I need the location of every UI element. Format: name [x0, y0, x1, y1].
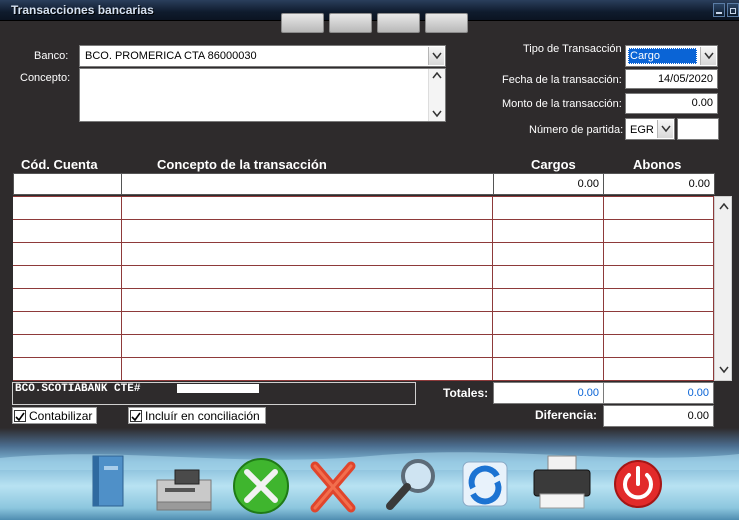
restore-button[interactable] [727, 3, 739, 17]
monto-label: Monto de la transacción: [502, 98, 622, 110]
contabilizar-checkbox[interactable]: Contabilizar [12, 407, 97, 424]
header-concepto: Concepto de la transacción [157, 157, 327, 172]
total-cargos-field: 0.00 [493, 382, 604, 404]
grid-line [603, 196, 604, 381]
tipo-dropdown-button[interactable] [700, 47, 716, 65]
diferencia-field: 0.00 [603, 405, 714, 427]
scroll-up-icon[interactable] [432, 72, 442, 80]
window-title: Transacciones bancarias [11, 3, 154, 17]
minimize-icon [716, 12, 722, 14]
chevron-down-icon [432, 52, 442, 60]
tab-button-3[interactable] [377, 13, 420, 33]
minimize-button[interactable] [713, 3, 725, 17]
tools-icon[interactable] [231, 456, 291, 516]
restore-icon [730, 8, 736, 14]
chevron-down-icon [661, 125, 671, 133]
conciliacion-checkbox[interactable]: Incluír en conciliación [128, 407, 266, 424]
diferencia-label: Diferencia: [535, 408, 598, 422]
fecha-value: 14/05/2020 [657, 73, 713, 85]
power-icon[interactable] [612, 458, 664, 510]
check-icon [15, 412, 25, 422]
checkbox-box[interactable] [130, 410, 142, 422]
header-cod-cuenta: Cód. Cuenta [21, 157, 98, 172]
total-abonos-value: 0.00 [687, 387, 709, 399]
grid-line [492, 196, 493, 381]
tipo-select[interactable]: Cargo [625, 45, 718, 67]
grid-line [13, 242, 714, 243]
tape-drive-icon[interactable] [155, 466, 215, 512]
grid-line [121, 196, 122, 381]
grid-line [13, 357, 714, 358]
entry-abonos-value: 0.00 [688, 178, 710, 190]
grid-line [13, 334, 714, 335]
concepto-scrollbar[interactable] [428, 69, 445, 121]
transactions-grid[interactable] [13, 196, 714, 381]
tab-button-4[interactable] [425, 13, 468, 33]
conciliacion-label: Incluír en conciliación [145, 409, 260, 423]
magnifier-icon[interactable] [384, 456, 440, 514]
partida-type-select[interactable]: EGR [625, 118, 675, 140]
chevron-down-icon [704, 52, 714, 60]
diferencia-value: 0.00 [687, 410, 709, 422]
checkbox-box[interactable] [14, 410, 26, 422]
scroll-down-icon[interactable] [432, 110, 442, 118]
fecha-label: Fecha de la transacción: [502, 74, 622, 86]
total-abonos-field: 0.00 [603, 382, 714, 404]
grid-scrollbar[interactable] [714, 196, 732, 381]
bottom-toolbar [0, 428, 739, 520]
tab-button-2[interactable] [329, 13, 372, 33]
grid-line [13, 311, 714, 312]
bank-info-text: BCO.SCOTIABANK CTE# [15, 383, 141, 395]
printer-icon[interactable] [530, 454, 594, 512]
header-cargos: Cargos [531, 157, 576, 172]
grid-line [13, 219, 714, 220]
partida-type-value: EGR [630, 124, 654, 136]
banco-label: Banco: [34, 50, 69, 62]
banco-select[interactable]: BCO. PROMERICA CTA 86000030 [79, 45, 446, 67]
delete-x-icon[interactable] [305, 460, 361, 514]
partida-label: Número de partida: [529, 124, 624, 136]
entry-abonos-input[interactable]: 0.00 [603, 173, 715, 195]
entry-cuenta-input[interactable] [13, 173, 122, 195]
refresh-icon[interactable] [459, 458, 513, 512]
scroll-down-icon[interactable] [719, 366, 729, 374]
check-icon [131, 412, 141, 422]
partida-dropdown-button[interactable] [657, 120, 673, 138]
tipo-value: Cargo [630, 50, 660, 62]
banco-dropdown-button[interactable] [428, 47, 444, 65]
grid-line [13, 288, 714, 289]
fecha-input[interactable]: 14/05/2020 [625, 69, 718, 89]
monto-value: 0.00 [691, 97, 713, 109]
banco-value: BCO. PROMERICA CTA 86000030 [85, 50, 257, 62]
book-icon[interactable] [90, 454, 128, 510]
totales-label: Totales: [443, 386, 489, 400]
monto-input[interactable]: 0.00 [625, 93, 718, 114]
concepto-label: Concepto: [20, 72, 71, 84]
grid-line [13, 196, 714, 197]
concepto-textarea[interactable] [79, 68, 446, 122]
redacted-account [177, 384, 259, 393]
entry-cargos-input[interactable]: 0.00 [493, 173, 604, 195]
scroll-up-icon[interactable] [719, 203, 729, 211]
grid-line [13, 380, 714, 381]
grid-line [13, 265, 714, 266]
tab-button-1[interactable] [281, 13, 324, 33]
partida-number-input[interactable] [677, 118, 719, 140]
entry-concepto-input[interactable] [121, 173, 494, 195]
contabilizar-label: Contabilizar [29, 409, 93, 423]
total-cargos-value: 0.00 [577, 387, 599, 399]
header-abonos: Abonos [633, 157, 682, 172]
tipo-label: Tipo de Transacción [523, 43, 622, 55]
entry-cargos-value: 0.00 [577, 178, 599, 190]
bank-info-bar: BCO.SCOTIABANK CTE# [12, 382, 416, 405]
